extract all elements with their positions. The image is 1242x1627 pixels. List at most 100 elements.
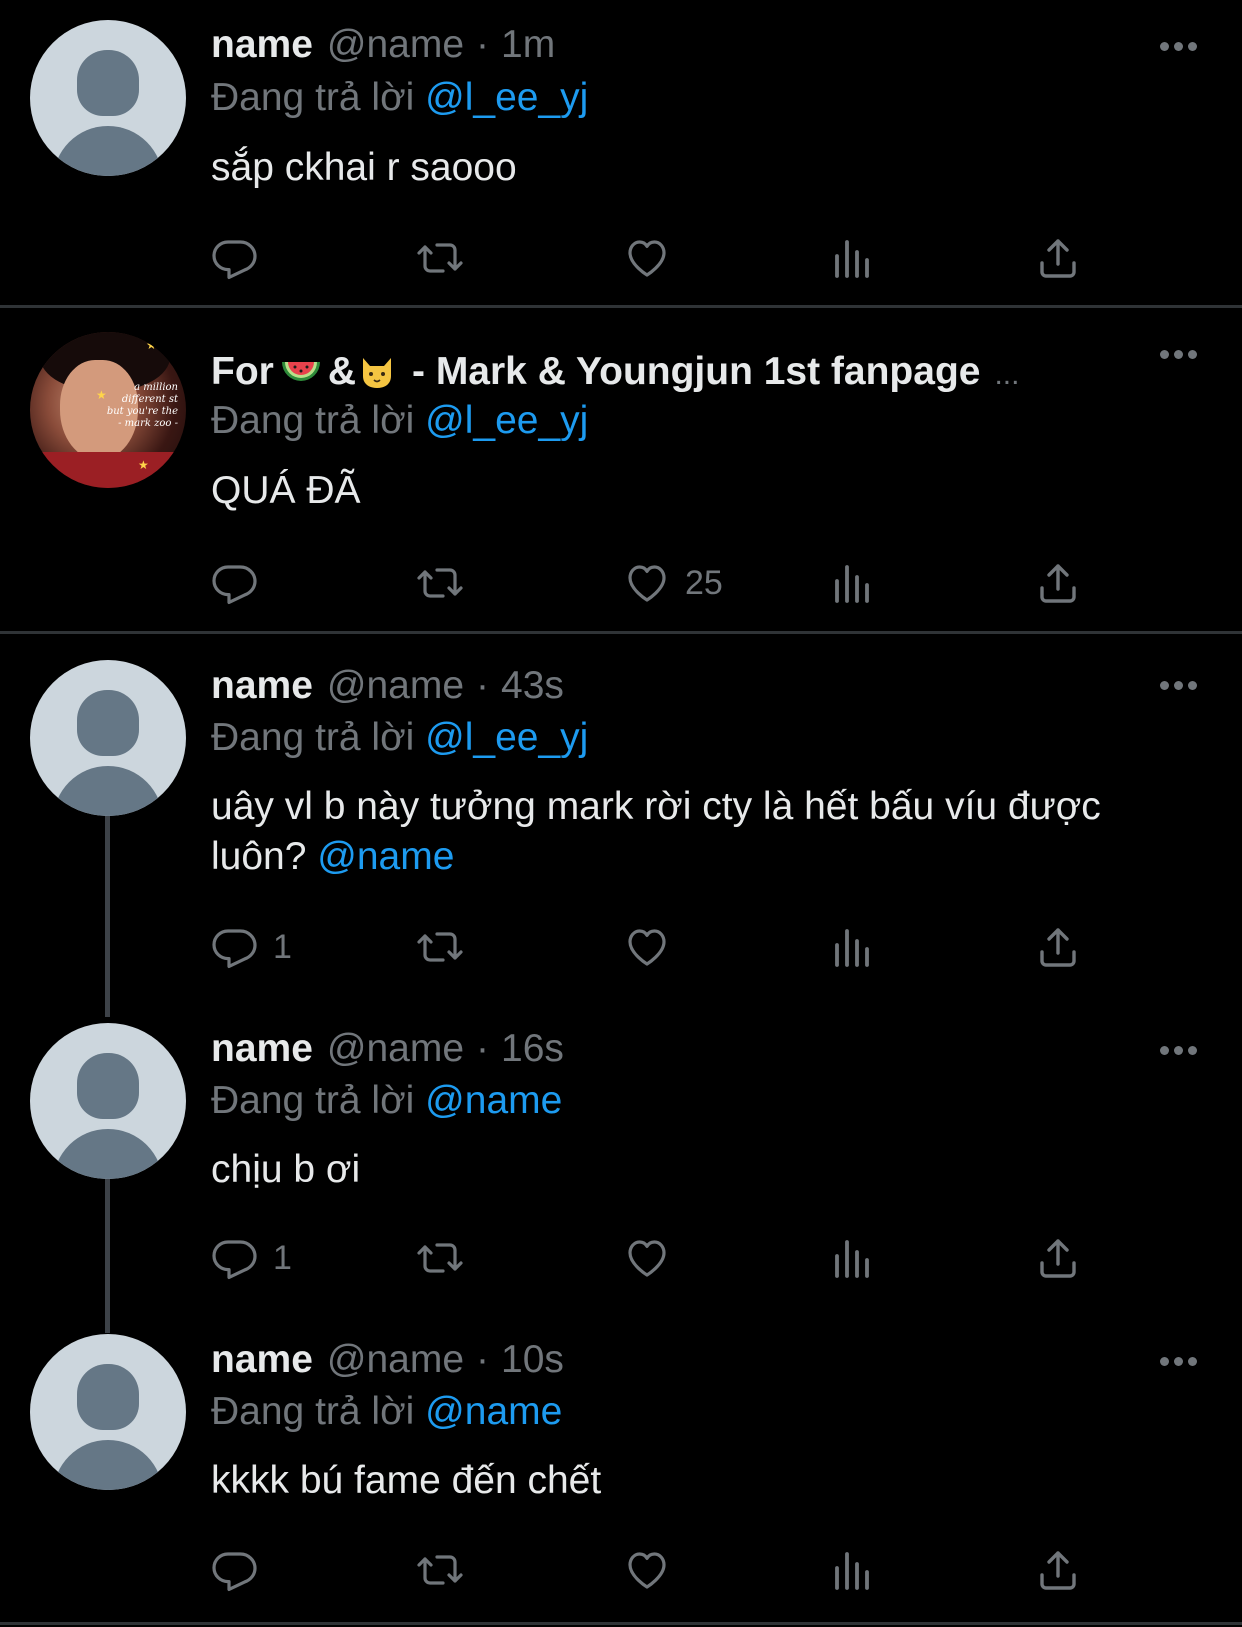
share-button[interactable] [1034, 1233, 1082, 1283]
reply-count: 1 [273, 927, 292, 966]
heart-icon [623, 234, 671, 282]
reply-context: Đang trả lời @l_ee_yj [211, 399, 588, 443]
tweet-header: name @name · 10s [211, 1338, 564, 1388]
reply-to-mention[interactable]: @l_ee_yj [425, 399, 588, 442]
views-button[interactable] [828, 1545, 876, 1595]
tweet-header: name @name · 16s [211, 1027, 564, 1077]
avatar-head [77, 1053, 139, 1119]
tweet-text: QUÁ ĐÃ [211, 466, 1111, 516]
reply-to-mention[interactable]: @name [425, 1079, 562, 1122]
reply-context: Đang trả lời @l_ee_yj [211, 76, 588, 120]
tweet-text: sắp ckhai r saooo [211, 143, 1111, 193]
reply-prefix: Đang trả lời [211, 1390, 415, 1433]
avatar-head [77, 50, 139, 116]
like-button[interactable] [623, 233, 685, 283]
timestamp[interactable]: 43s [501, 664, 564, 708]
avatar-body [53, 1129, 163, 1179]
like-button[interactable]: 25 [623, 558, 723, 608]
star-icon: ★ [146, 338, 157, 352]
reply-prefix: Đang trả lời [211, 716, 415, 759]
share-button[interactable] [1034, 922, 1082, 972]
text-mention[interactable]: @name [317, 835, 454, 878]
tweet[interactable]: name @name · 43s Đang trả lời @l_ee_yj u… [0, 634, 1242, 997]
views-button[interactable] [828, 233, 876, 283]
reply-to-mention[interactable]: @l_ee_yj [425, 716, 588, 759]
reply-button[interactable] [211, 558, 273, 608]
views-icon [828, 234, 876, 282]
tweet[interactable]: name @name · 10s Đang trả lời @name kkkk… [0, 1312, 1242, 1624]
user-handle[interactable]: @name [327, 1338, 464, 1382]
timestamp[interactable]: 10s [501, 1338, 564, 1382]
like-button[interactable] [623, 922, 685, 972]
reply-button[interactable]: 1 [211, 922, 292, 972]
views-icon [828, 559, 876, 607]
share-icon [1034, 234, 1082, 282]
retweet-button[interactable] [416, 233, 464, 283]
heart-icon [623, 923, 671, 971]
reply-button[interactable] [211, 233, 273, 283]
timestamp[interactable]: 1m [501, 23, 555, 67]
tweet-header: For & - Mark & Youngjun 1st fanpage ... [211, 346, 1019, 396]
like-button[interactable] [623, 1545, 685, 1595]
display-name-suffix[interactable]: - Mark & Youngjun 1st fanpage [412, 350, 980, 394]
more-icon[interactable] [1160, 42, 1200, 54]
tweet-text-body: chịu b ơi [211, 1148, 361, 1191]
retweet-icon [416, 1234, 464, 1282]
default-avatar[interactable] [30, 20, 186, 176]
display-name[interactable]: name [211, 1338, 313, 1382]
reply-button[interactable]: 1 [211, 1233, 292, 1283]
retweet-button[interactable] [416, 922, 464, 972]
reply-to-mention[interactable]: @l_ee_yj [425, 76, 588, 119]
fanpage-avatar[interactable]: a million different st but you're the - mar… [30, 332, 186, 488]
tweet-text: uây vl b này tưởng mark rời cty là hết b… [211, 782, 1111, 882]
user-handle[interactable]: @name [327, 1027, 464, 1071]
display-name-prefix[interactable]: For [211, 350, 274, 394]
like-button[interactable] [623, 1233, 685, 1283]
views-button[interactable] [828, 558, 876, 608]
reply-to-mention[interactable]: @name [425, 1390, 562, 1433]
user-handle[interactable]: @name [327, 23, 464, 67]
display-name[interactable]: name [211, 23, 313, 67]
reply-icon [211, 234, 259, 282]
display-name[interactable]: name [211, 664, 313, 708]
reply-prefix: Đang trả lời [211, 399, 415, 442]
retweet-button[interactable] [416, 558, 464, 608]
action-bar [211, 233, 1111, 283]
reply-button[interactable] [211, 1545, 273, 1595]
more-icon[interactable] [1160, 1046, 1200, 1058]
watermelon-icon [281, 362, 320, 381]
timestamp[interactable]: 16s [501, 1027, 564, 1071]
views-button[interactable] [828, 922, 876, 972]
retweet-button[interactable] [416, 1545, 464, 1595]
retweet-icon [416, 559, 464, 607]
views-icon [828, 1546, 876, 1594]
star-icon: ★ [96, 388, 107, 402]
tweet[interactable]: a million different st but you're the - mar… [0, 308, 1242, 633]
views-button[interactable] [828, 1233, 876, 1283]
share-button[interactable] [1034, 1545, 1082, 1595]
separator-dot: · [476, 664, 490, 707]
avatar-body [53, 766, 163, 816]
user-handle[interactable]: @name [327, 664, 464, 708]
default-avatar[interactable] [30, 660, 186, 816]
share-button[interactable] [1034, 233, 1082, 283]
default-avatar[interactable] [30, 1023, 186, 1179]
avatar-body [53, 126, 163, 176]
tweet[interactable]: name @name · 16s Đang trả lời @name chịu… [0, 1000, 1242, 1306]
heart-icon [623, 1546, 671, 1594]
more-icon[interactable] [1160, 1357, 1200, 1369]
tweet[interactable]: name @name · 1m Đang trả lời @l_ee_yj sắ… [0, 0, 1242, 306]
tweet-text-body: sắp ckhai r saooo [211, 146, 517, 189]
default-avatar[interactable] [30, 1334, 186, 1490]
display-name-amp[interactable]: & [328, 350, 356, 394]
retweet-button[interactable] [416, 1233, 464, 1283]
more-icon[interactable] [1160, 350, 1200, 362]
cat-face-icon [363, 358, 391, 388]
share-button[interactable] [1034, 558, 1082, 608]
views-icon [828, 923, 876, 971]
display-name[interactable]: name [211, 1027, 313, 1071]
tweet-text-body: kkkk bú fame đến chết [211, 1459, 602, 1502]
more-icon[interactable] [1160, 681, 1200, 693]
like-count: 25 [685, 563, 723, 602]
separator-dot: · [476, 1027, 490, 1070]
